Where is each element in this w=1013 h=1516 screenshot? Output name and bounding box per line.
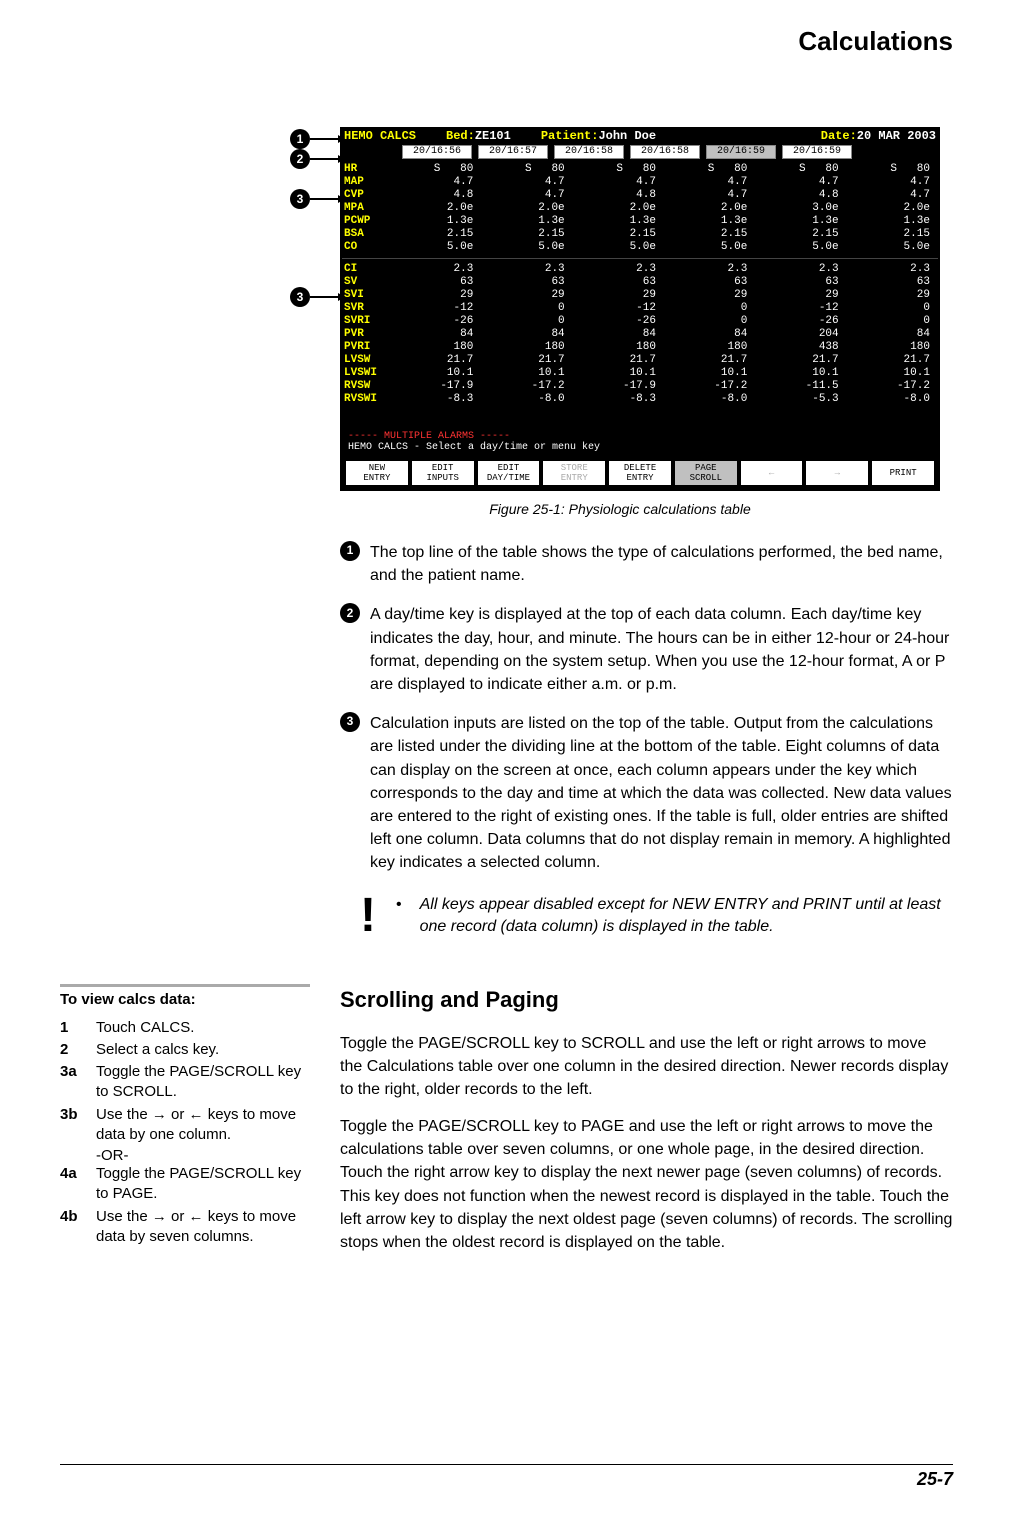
- data-column: 2.3 63 29 0 0 84 180 21.7 10.1 -17.2 -8.…: [664, 261, 755, 408]
- sidebar-or: -OR-: [96, 1147, 310, 1164]
- data-column: S 80 4.7 4.8 3.0e 1.3e 2.15 5.0e: [755, 161, 846, 256]
- alarm-text: ----- MULTIPLE ALARMS -----: [342, 428, 938, 443]
- callout-badge-3a: 3: [290, 189, 310, 209]
- softkey[interactable]: NEW ENTRY: [346, 461, 408, 485]
- page-title: Calculations: [60, 26, 953, 57]
- exclamation-icon: !: [360, 894, 376, 937]
- data-column: S 80 4.7 4.8 2.0e 1.3e 2.15 5.0e: [573, 161, 664, 256]
- page-number: 25-7: [60, 1464, 953, 1490]
- time-key[interactable]: 20/16:56: [402, 145, 472, 159]
- figure-area: 1 2 3 3 HEMO CALCS Bed: ZE101 Patient: J…: [300, 127, 953, 491]
- data-column: 2.3 63 29 -12 -26 84 180 21.7 10.1 -17.9…: [390, 261, 481, 408]
- callout-text-2: A day/time key is displayed at the top o…: [370, 603, 953, 696]
- sidebar-step: 4bUse the → or ← keys to move data by se…: [60, 1207, 310, 1248]
- main-content: Scrolling and Paging Toggle the PAGE/SCR…: [340, 984, 953, 1269]
- section-p2: Toggle the PAGE/SCROLL key to PAGE and u…: [340, 1115, 953, 1254]
- softkey[interactable]: EDIT INPUTS: [412, 461, 474, 485]
- section-heading: Scrolling and Paging: [340, 984, 953, 1016]
- softkey-row: NEW ENTRYEDIT INPUTSEDIT DAY/TIMESTORE E…: [342, 457, 938, 489]
- input-columns: S 80 4.7 4.8 2.0e 1.3e 2.15 5.0eS 80 4.7…: [390, 161, 938, 256]
- data-column: S 80 4.7 4.7 2.0e 1.3e 2.15 5.0e: [847, 161, 938, 256]
- patient-value: John Doe: [598, 130, 656, 142]
- callout-badge-3b: 3: [290, 287, 310, 307]
- list-badge-1: 1: [340, 541, 360, 561]
- section-p1: Toggle the PAGE/SCROLL key to SCROLL and…: [340, 1032, 953, 1102]
- output-columns: 2.3 63 29 -12 -26 84 180 21.7 10.1 -17.9…: [390, 261, 938, 408]
- date-value: 20 MAR 2003: [857, 130, 936, 142]
- bed-value: ZE101: [475, 130, 511, 142]
- sidebar-step: 4aToggle the PAGE/SCROLL key to PAGE.: [60, 1164, 310, 1205]
- softkey: →: [806, 461, 868, 485]
- sidebar: To view calcs data: 1Touch CALCS.2Select…: [60, 984, 310, 1269]
- data-column: 2.3 63 29 0 0 84 180 21.7 10.1 -17.2 -8.…: [481, 261, 572, 408]
- bed-label: Bed:: [446, 130, 475, 142]
- softkey: STORE ENTRY: [543, 461, 605, 485]
- data-column: 2.3 63 29 -12 -26 204 438 21.7 10.1 -11.…: [755, 261, 846, 408]
- data-column: S 80 4.7 4.7 2.0e 1.3e 2.15 5.0e: [481, 161, 572, 256]
- softkey[interactable]: PRINT: [872, 461, 934, 485]
- monitor-screenshot: HEMO CALCS Bed: ZE101 Patient: John Doe …: [340, 127, 940, 491]
- list-badge-2: 2: [340, 603, 360, 623]
- sidebar-step: 3aToggle the PAGE/SCROLL key to SCROLL.: [60, 1062, 310, 1103]
- figure-caption: Figure 25-1: Physiologic calculations ta…: [300, 501, 940, 517]
- softkey[interactable]: DELETE ENTRY: [609, 461, 671, 485]
- monitor-mode: HEMO CALCS: [344, 130, 416, 142]
- time-key[interactable]: 20/16:57: [478, 145, 548, 159]
- note-text: All keys appear disabled except for NEW …: [420, 894, 953, 937]
- sidebar-step: 3bUse the → or ← keys to move data by on…: [60, 1105, 310, 1146]
- monitor-titlebar: HEMO CALCS Bed: ZE101 Patient: John Doe …: [342, 129, 938, 143]
- sidebar-step: 1Touch CALCS.: [60, 1018, 310, 1038]
- input-labels: HRMAPCVPMPAPCWPBSACO: [342, 161, 390, 256]
- time-key[interactable]: 20/16:58: [554, 145, 624, 159]
- time-key[interactable]: 20/16:58: [630, 145, 700, 159]
- softkey[interactable]: EDIT DAY/TIME: [478, 461, 540, 485]
- date-label: Date:: [821, 130, 857, 142]
- callout-badge-2: 2: [290, 149, 310, 169]
- callout-list: 1 The top line of the table shows the ty…: [340, 541, 953, 874]
- data-column: 2.3 63 29 -12 -26 84 180 21.7 10.1 -17.9…: [573, 261, 664, 408]
- time-key[interactable]: 20/16:59: [782, 145, 852, 159]
- sidebar-title: To view calcs data:: [60, 991, 310, 1008]
- softkey: ←: [741, 461, 803, 485]
- list-badge-3: 3: [340, 712, 360, 732]
- sidebar-step: 2Select a calcs key.: [60, 1040, 310, 1060]
- bullet-icon: •: [396, 894, 402, 937]
- softkey[interactable]: PAGE SCROLL: [675, 461, 737, 485]
- note-block: ! • All keys appear disabled except for …: [360, 894, 953, 937]
- time-key-row: 20/16:56 20/16:57 20/16:58 20/16:58 20/16:59…: [342, 143, 938, 161]
- data-column: 2.3 63 29 0 0 84 180 21.7 10.1 -17.2 -8.…: [847, 261, 938, 408]
- data-column: S 80 4.7 4.7 2.0e 1.3e 2.15 5.0e: [664, 161, 755, 256]
- patient-label: Patient:: [541, 130, 599, 142]
- time-key[interactable]: 20/16:59: [706, 145, 776, 159]
- data-column: S 80 4.7 4.8 2.0e 1.3e 2.15 5.0e: [390, 161, 481, 256]
- callout-badge-1: 1: [290, 129, 310, 149]
- hint-text: HEMO CALCS - Select a day/time or menu k…: [342, 443, 938, 457]
- callout-text-1: The top line of the table shows the type…: [370, 541, 953, 587]
- callout-text-3: Calculation inputs are listed on the top…: [370, 712, 953, 874]
- output-labels: CISVSVISVRSVRIPVRPVRILVSWLVSWIRVSWRVSWI: [342, 261, 390, 408]
